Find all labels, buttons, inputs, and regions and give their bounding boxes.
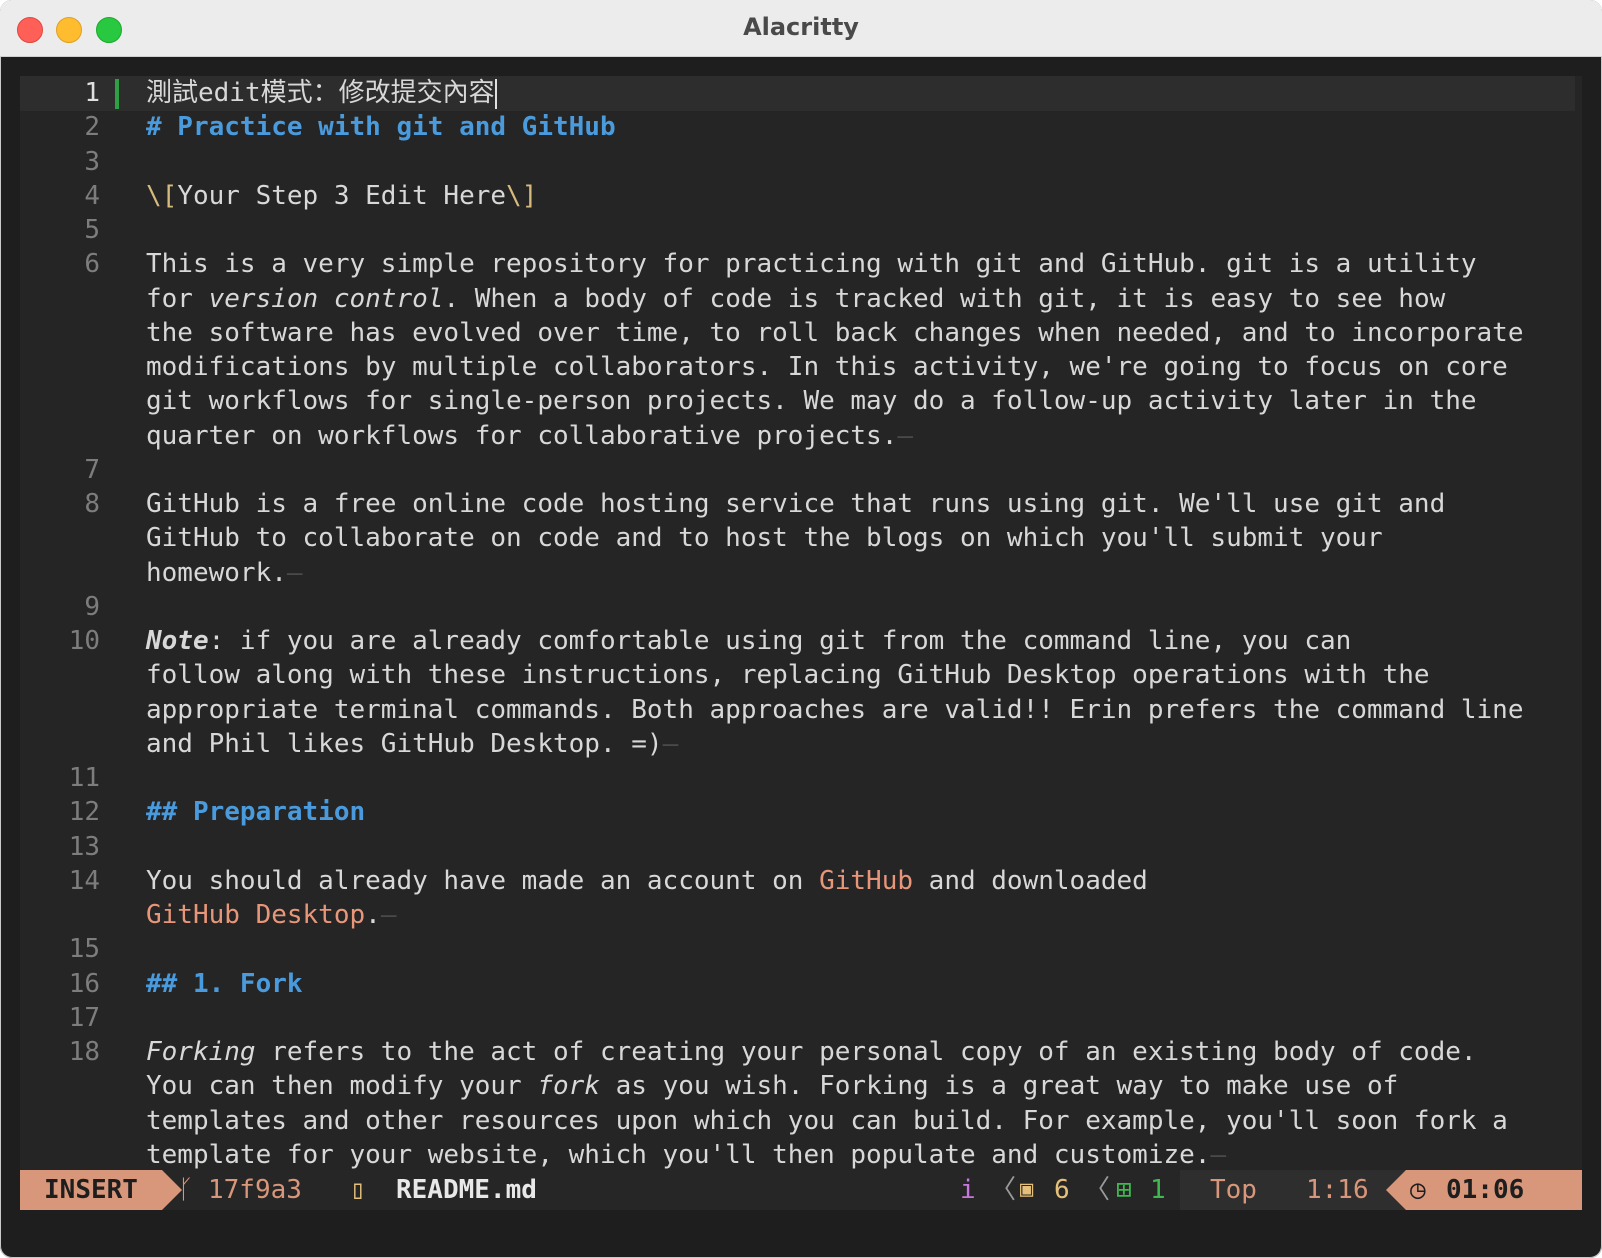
line-text: appropriate terminal commands. Both appr…: [146, 694, 1524, 725]
buffer-row[interactable]: 12 ## Preparation: [20, 795, 1582, 830]
file-encoding: i: [960, 1175, 976, 1205]
buffer-row[interactable]: GitHub Desktop.–: [20, 898, 1582, 933]
line-number: 2: [84, 112, 100, 143]
plus-square-icon: ⊞: [1116, 1175, 1132, 1205]
line-text: for version control. When a body of code…: [146, 283, 1446, 314]
buffer-row[interactable]: follow along with these instructions, re…: [20, 658, 1582, 693]
line-number: 16: [68, 968, 100, 999]
line-text: follow along with these instructions, re…: [146, 660, 1430, 691]
buffer-row[interactable]: 17: [20, 1001, 1582, 1036]
line-text: 測試edit模式：修改提交內容: [146, 78, 497, 109]
line-text: ## 1. Fork: [146, 968, 303, 999]
clock-icon: ◷: [1410, 1175, 1426, 1205]
window-title: Alacritty: [743, 13, 859, 41]
line-text: You can then modify your fork as you wis…: [146, 1071, 1399, 1102]
scroll-indicator: Top: [1210, 1175, 1257, 1205]
buffer-row[interactable]: You can then modify your fork as you wis…: [20, 1069, 1582, 1104]
line-number: 1: [84, 78, 100, 108]
line-number: 7: [84, 454, 100, 485]
commit-hash: 17f9a3: [208, 1175, 302, 1205]
buffer-row[interactable]: 9: [20, 590, 1582, 625]
buffer-row[interactable]: modifications by multiple collaborators.…: [20, 350, 1582, 385]
segment-separator: 〈: [990, 1175, 1017, 1205]
line-text: and Phil likes GitHub Desktop. =)–: [146, 728, 679, 759]
line-text: GitHub is a free online code hosting ser…: [146, 489, 1446, 519]
line-number: 10: [68, 626, 100, 656]
clock-time: 01:06: [1446, 1175, 1525, 1205]
markdown-file-icon: ▯: [350, 1175, 366, 1205]
buffer-row[interactable]: appropriate terminal commands. Both appr…: [20, 693, 1582, 728]
package-icon: ▣: [1020, 1177, 1034, 1202]
file-name: README.md: [396, 1175, 537, 1205]
buffer-row[interactable]: 13: [20, 830, 1582, 865]
line-text: quarter on workflows for collaborative p…: [146, 420, 914, 451]
line-number: 14: [68, 865, 100, 896]
line-text: GitHub Desktop.–: [146, 900, 397, 930]
segment-separator: 〈: [1084, 1175, 1111, 1205]
buffer-row[interactable]: 10 Note: if you are already comfortable u…: [20, 624, 1582, 659]
buffer-row[interactable]: 7: [20, 453, 1582, 488]
package-count: 6: [1054, 1175, 1070, 1205]
line-text: the software has evolved over time, to r…: [146, 317, 1524, 348]
cursor-position: 1:16: [1306, 1175, 1369, 1205]
buffer-row[interactable]: 1 測試edit模式：修改提交內容: [20, 76, 1582, 111]
line-number: 18: [68, 1037, 100, 1067]
mode-indicator: INSERT: [20, 1170, 162, 1210]
line-text: git workflows for single-person projects…: [146, 386, 1477, 417]
buffer-row[interactable]: template for your website, which you'll …: [20, 1138, 1582, 1173]
line-text: \[Your Step 3 Edit Here\]: [146, 180, 538, 211]
status-line: INSERT ᚴ 17f9a3 ▯ README.md i 〈 ▣ 6 〈 ⊞ …: [20, 1170, 1582, 1210]
line-number: 11: [68, 763, 100, 793]
line-number: 12: [68, 797, 100, 828]
buffer-row[interactable]: 6 This is a very simple repository for pr…: [20, 247, 1582, 282]
line-number: 13: [68, 831, 100, 862]
buffer-row[interactable]: 4 \[Your Step 3 Edit Here\]: [20, 179, 1582, 214]
time-separator: [1386, 1170, 1406, 1210]
line-number: 15: [68, 934, 100, 965]
line-number: 9: [84, 591, 100, 622]
text-cursor: [494, 78, 497, 109]
line-number: 6: [84, 249, 100, 280]
added-count: 1: [1150, 1175, 1166, 1205]
buffer-row[interactable]: 14 You should already have made an accoun…: [20, 864, 1582, 899]
line-number: 5: [84, 215, 100, 245]
line-number: 3: [84, 146, 100, 177]
buffer-row[interactable]: 3: [20, 145, 1582, 180]
line-text: Forking refers to the act of creating yo…: [146, 1037, 1477, 1067]
buffer-row[interactable]: 8 GitHub is a free online code hosting se…: [20, 487, 1582, 522]
line-text: homework.–: [146, 557, 303, 588]
buffer-row[interactable]: 11: [20, 761, 1582, 796]
git-branch-icon: ᚴ: [178, 1175, 194, 1205]
line-text: Note: if you are already comfortable usi…: [146, 626, 1352, 656]
buffer-row[interactable]: quarter on workflows for collaborative p…: [20, 419, 1582, 454]
buffer-row[interactable]: 2 # Practice with git and GitHub: [20, 110, 1582, 145]
line-text: template for your website, which you'll …: [146, 1139, 1227, 1170]
buffer-row[interactable]: and Phil likes GitHub Desktop. =)–: [20, 727, 1582, 762]
line-number: 17: [68, 1002, 100, 1033]
line-text: ## Preparation: [146, 797, 366, 828]
editor-buffer[interactable]: 1 測試edit模式：修改提交內容 2 # Practice with git and…: [20, 76, 1582, 1194]
line-text: templates and other resources upon which…: [146, 1105, 1508, 1136]
line-text: GitHub to collaborate on code and to hos…: [146, 523, 1383, 554]
buffer-row[interactable]: 16 ## 1. Fork: [20, 967, 1582, 1002]
buffer-row[interactable]: 15: [20, 932, 1582, 967]
buffer-row[interactable]: git workflows for single-person projects…: [20, 384, 1582, 419]
buffer-row[interactable]: templates and other resources upon which…: [20, 1104, 1582, 1139]
buffer-row[interactable]: for version control. When a body of code…: [20, 282, 1582, 317]
terminal-window: Alacritty 1 測試edit模式：修改提交內容 2 # Practice wi…: [0, 0, 1602, 1258]
line-number: 8: [84, 489, 100, 519]
buffer-row[interactable]: homework.–: [20, 556, 1582, 591]
buffer-row[interactable]: 18 Forking refers to the act of creating …: [20, 1035, 1582, 1070]
line-text: This is a very simple repository for pra…: [146, 249, 1477, 280]
title-bar: Alacritty: [0, 0, 1602, 57]
buffer-row[interactable]: the software has evolved over time, to r…: [20, 316, 1582, 351]
line-number: 4: [84, 180, 100, 211]
line-text: You should already have made an account …: [146, 865, 1148, 896]
line-text: modifications by multiple collaborators.…: [146, 352, 1508, 382]
buffer-row[interactable]: GitHub to collaborate on code and to hos…: [20, 521, 1582, 556]
buffer-row[interactable]: 5: [20, 213, 1582, 248]
line-text: # Practice with git and GitHub: [146, 112, 616, 143]
